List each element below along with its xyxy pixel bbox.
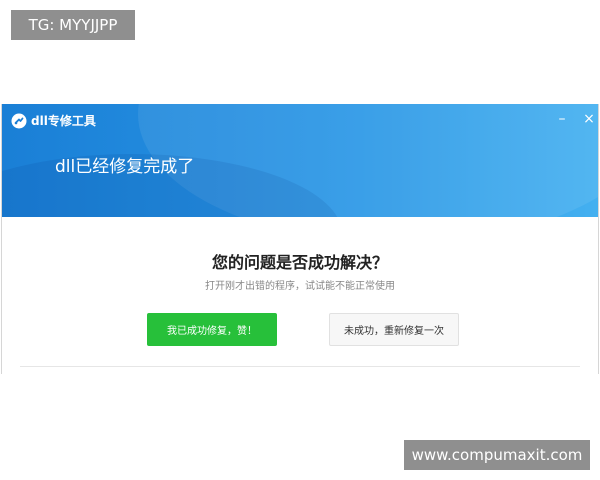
- window-title: dll专修工具: [31, 114, 96, 128]
- minimize-icon: –: [558, 111, 566, 127]
- question-heading: 您的问题是否成功解决？: [211, 253, 388, 272]
- watermark-bottom-right: www.compumaxit.com: [404, 440, 590, 470]
- repair-again-button[interactable]: 未成功，重新修复一次: [329, 313, 459, 346]
- minimize-button[interactable]: –: [553, 110, 571, 128]
- window-header: dll专修工具 – × dll已经修复完成了: [2, 104, 598, 217]
- repair-success-button[interactable]: 我已成功修复，赞！: [147, 313, 277, 346]
- footer-divider: [20, 366, 580, 367]
- dll-repair-window: dll专修工具 – × dll已经修复完成了 您的问题是否成功解决？ 打开刚才出…: [1, 104, 599, 374]
- app-logo-icon: [11, 113, 27, 129]
- close-icon: ×: [583, 111, 595, 127]
- question-hint: 打开刚才出错的程序，试试能不能正常使用: [205, 281, 395, 292]
- repair-complete-message: dll已经修复完成了: [55, 157, 195, 177]
- close-button[interactable]: ×: [580, 110, 598, 128]
- watermark-top-left: TG: MYYJJPP: [11, 10, 135, 40]
